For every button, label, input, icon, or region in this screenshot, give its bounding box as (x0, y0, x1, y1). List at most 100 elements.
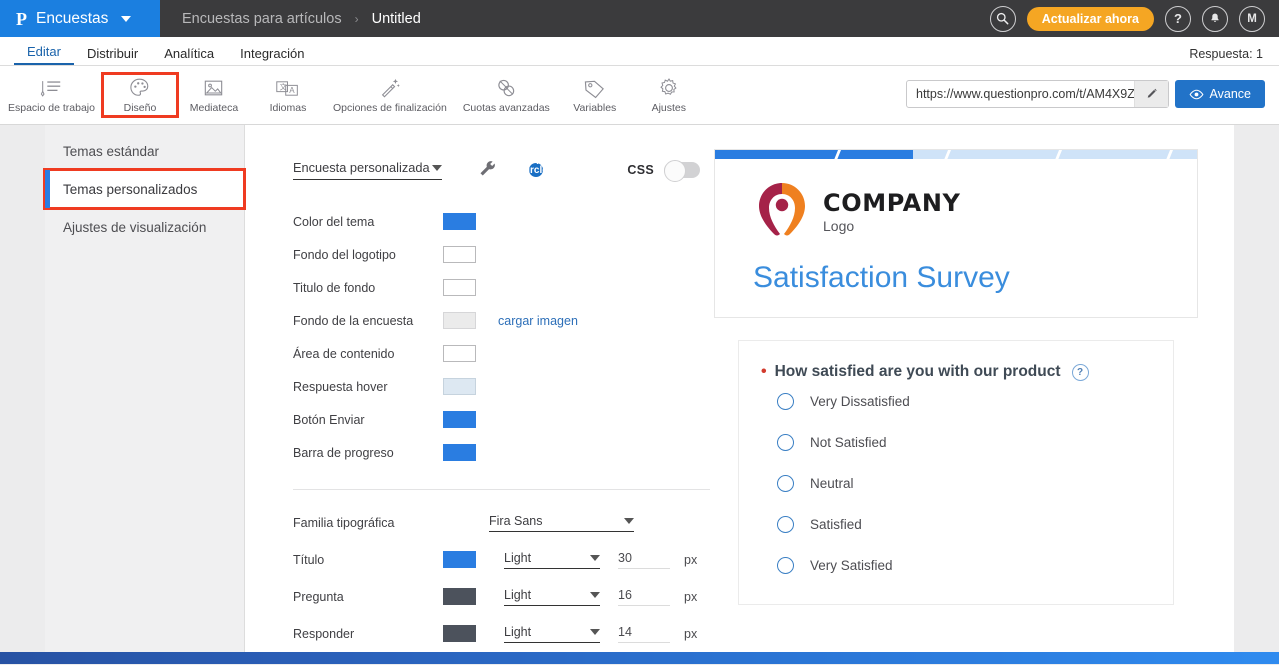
search-icon (997, 12, 1009, 25)
color-swatch[interactable] (443, 444, 476, 461)
chevron-down-icon (121, 15, 132, 22)
color-row-label: Fondo del logotipo (293, 247, 396, 262)
color-swatch[interactable] (443, 312, 476, 329)
brand-label: Encuestas (36, 9, 109, 27)
radio-icon[interactable] (777, 475, 794, 492)
notifications-button[interactable] (1202, 5, 1228, 32)
font-weight-dropdown[interactable]: Light (504, 551, 600, 569)
color-row-label: Área de contenido (293, 346, 395, 361)
css-toggle[interactable] (664, 160, 700, 182)
upload-image-link[interactable]: cargar imagen (498, 314, 578, 328)
color-swatch[interactable] (443, 378, 476, 395)
color-swatch[interactable] (443, 213, 476, 230)
font-row-responder: Responder Light 14 px (293, 615, 700, 652)
color-row-barra-de-progreso: Barra de progreso (293, 436, 700, 469)
help-button[interactable]: ? (1165, 5, 1191, 32)
left-gutter (0, 125, 45, 652)
progress-bar-fill (715, 150, 913, 159)
color-rows: Color del tema Fondo del logotipo Titulo… (293, 205, 700, 469)
breadcrumb-current[interactable]: Untitled (372, 11, 421, 27)
survey-title: Satisfaction Survey (753, 261, 1010, 294)
question-help-icon[interactable]: ? (1071, 363, 1089, 381)
radio-icon[interactable] (777, 516, 794, 533)
eye-icon (1189, 89, 1204, 99)
color-swatch[interactable] (443, 246, 476, 263)
option-label: Very Satisfied (810, 558, 893, 573)
font-row-pregunta: Pregunta Light 16 px (293, 578, 700, 615)
breadcrumb-separator-icon: › (354, 11, 359, 26)
progress-bar (715, 150, 1197, 159)
option-row[interactable]: Neutral (739, 463, 1173, 504)
survey-logo: COMPANY Logo (715, 159, 1197, 244)
brand-home-button[interactable]: P Encuestas (0, 0, 160, 37)
font-weight-dropdown[interactable]: Light (504, 625, 600, 643)
font-size-input[interactable]: 14 (618, 625, 670, 643)
tab-editar[interactable]: Editar (14, 44, 74, 65)
font-weight-dropdown[interactable]: Light (504, 588, 600, 606)
font-size-unit: px (684, 552, 698, 567)
preview-button[interactable]: Avance (1174, 80, 1265, 108)
color-swatch[interactable] (443, 625, 476, 642)
sidebar-item-label: Temas personalizados (63, 181, 198, 197)
radio-icon[interactable] (777, 557, 794, 574)
option-row[interactable]: Very Satisfied (739, 545, 1173, 586)
sidebar-item-temas-estandar[interactable]: Temas estándar (45, 132, 244, 170)
theme-tools-button[interactable] (478, 159, 497, 181)
search-button[interactable] (989, 5, 1016, 32)
wrench-icon (480, 161, 496, 176)
toolbar-item-mediateca[interactable]: Mediateca (177, 74, 251, 116)
toolbar-label: Variables (573, 102, 617, 114)
sidebar-item-label: Ajustes de visualización (63, 219, 207, 235)
font-family-dropdown[interactable]: Fira Sans (489, 514, 634, 532)
toolbar-item-diseno[interactable]: Diseño (100, 72, 179, 118)
tag-icon (583, 77, 606, 99)
option-row[interactable]: Very Dissatisfied (739, 381, 1173, 422)
font-row-titulo: Título Light 30 px (293, 541, 700, 578)
response-count: Respuesta: 1 (1189, 47, 1263, 61)
main-area: Temas estándar Temas personalizados Ajus… (0, 125, 1279, 652)
sidebar-item-temas-personalizados[interactable]: Temas personalizados (43, 168, 246, 210)
logo-company-name: COMPANY (823, 188, 961, 217)
tab-distribuir[interactable]: Distribuir (74, 46, 151, 65)
option-row[interactable]: Not Satisfied (739, 422, 1173, 463)
palette-icon (128, 77, 151, 99)
option-row[interactable]: Satisfied (739, 504, 1173, 545)
toolbar-item-idiomas[interactable]: 文 A Idiomas (251, 74, 325, 116)
breadcrumb-parent[interactable]: Encuestas para artículos (182, 11, 342, 27)
toolbar-item-ajustes[interactable]: Ajustes (632, 74, 706, 116)
color-swatch[interactable] (443, 279, 476, 296)
color-swatch[interactable] (443, 411, 476, 428)
theme-dropdown[interactable]: Encuesta personalizada (293, 160, 443, 180)
sidebar-item-ajustes-de-visualizacion[interactable]: Ajustes de visualización (45, 208, 244, 246)
toolbar-item-opciones-de-finalizacion[interactable]: Opciones de finalización (325, 74, 455, 116)
toolbar-label: Ajustes (651, 102, 687, 114)
radio-icon[interactable] (777, 393, 794, 410)
toolbar-item-variables[interactable]: Variables (558, 74, 632, 116)
help-circle-icon[interactable]: help-circle-icon (522, 154, 551, 187)
font-family-row: Familia tipográfica Fira Sans (293, 504, 700, 541)
color-swatch[interactable] (443, 588, 476, 605)
upgrade-button[interactable]: Actualizar ahora (1026, 6, 1154, 31)
toolbar-item-cuotas-avanzadas[interactable]: Cuotas avanzadas (455, 74, 558, 116)
font-size-unit: px (684, 626, 698, 641)
question-text: How satisfied are you with our product (774, 363, 1061, 380)
preview-label: Avance (1209, 87, 1251, 101)
tab-analitica[interactable]: Analítica (151, 46, 227, 65)
color-swatch[interactable] (443, 551, 476, 568)
color-swatch[interactable] (443, 345, 476, 362)
tab-integracion[interactable]: Integración (227, 46, 317, 65)
bottom-accent-bar (0, 652, 1279, 664)
radio-icon[interactable] (777, 434, 794, 451)
questionpro-logo-icon: P (16, 8, 27, 29)
chevron-down-icon (590, 591, 600, 598)
toolbar-item-espacio-de-trabajo[interactable]: Espacio de trabajo (0, 74, 103, 116)
edit-url-button[interactable] (1134, 81, 1168, 107)
font-size-input[interactable]: 30 (618, 551, 670, 569)
svg-text:文: 文 (280, 82, 287, 91)
avatar[interactable]: M (1239, 5, 1265, 32)
font-size-input[interactable]: 16 (618, 588, 670, 606)
font-weight-value: Light (504, 550, 532, 565)
survey-url-field[interactable]: https://www.questionpro.com/t/AM4X9Z (906, 80, 1169, 108)
color-row-respuesta-hover: Respuesta hover (293, 370, 700, 403)
font-family-value: Fira Sans (489, 513, 543, 528)
